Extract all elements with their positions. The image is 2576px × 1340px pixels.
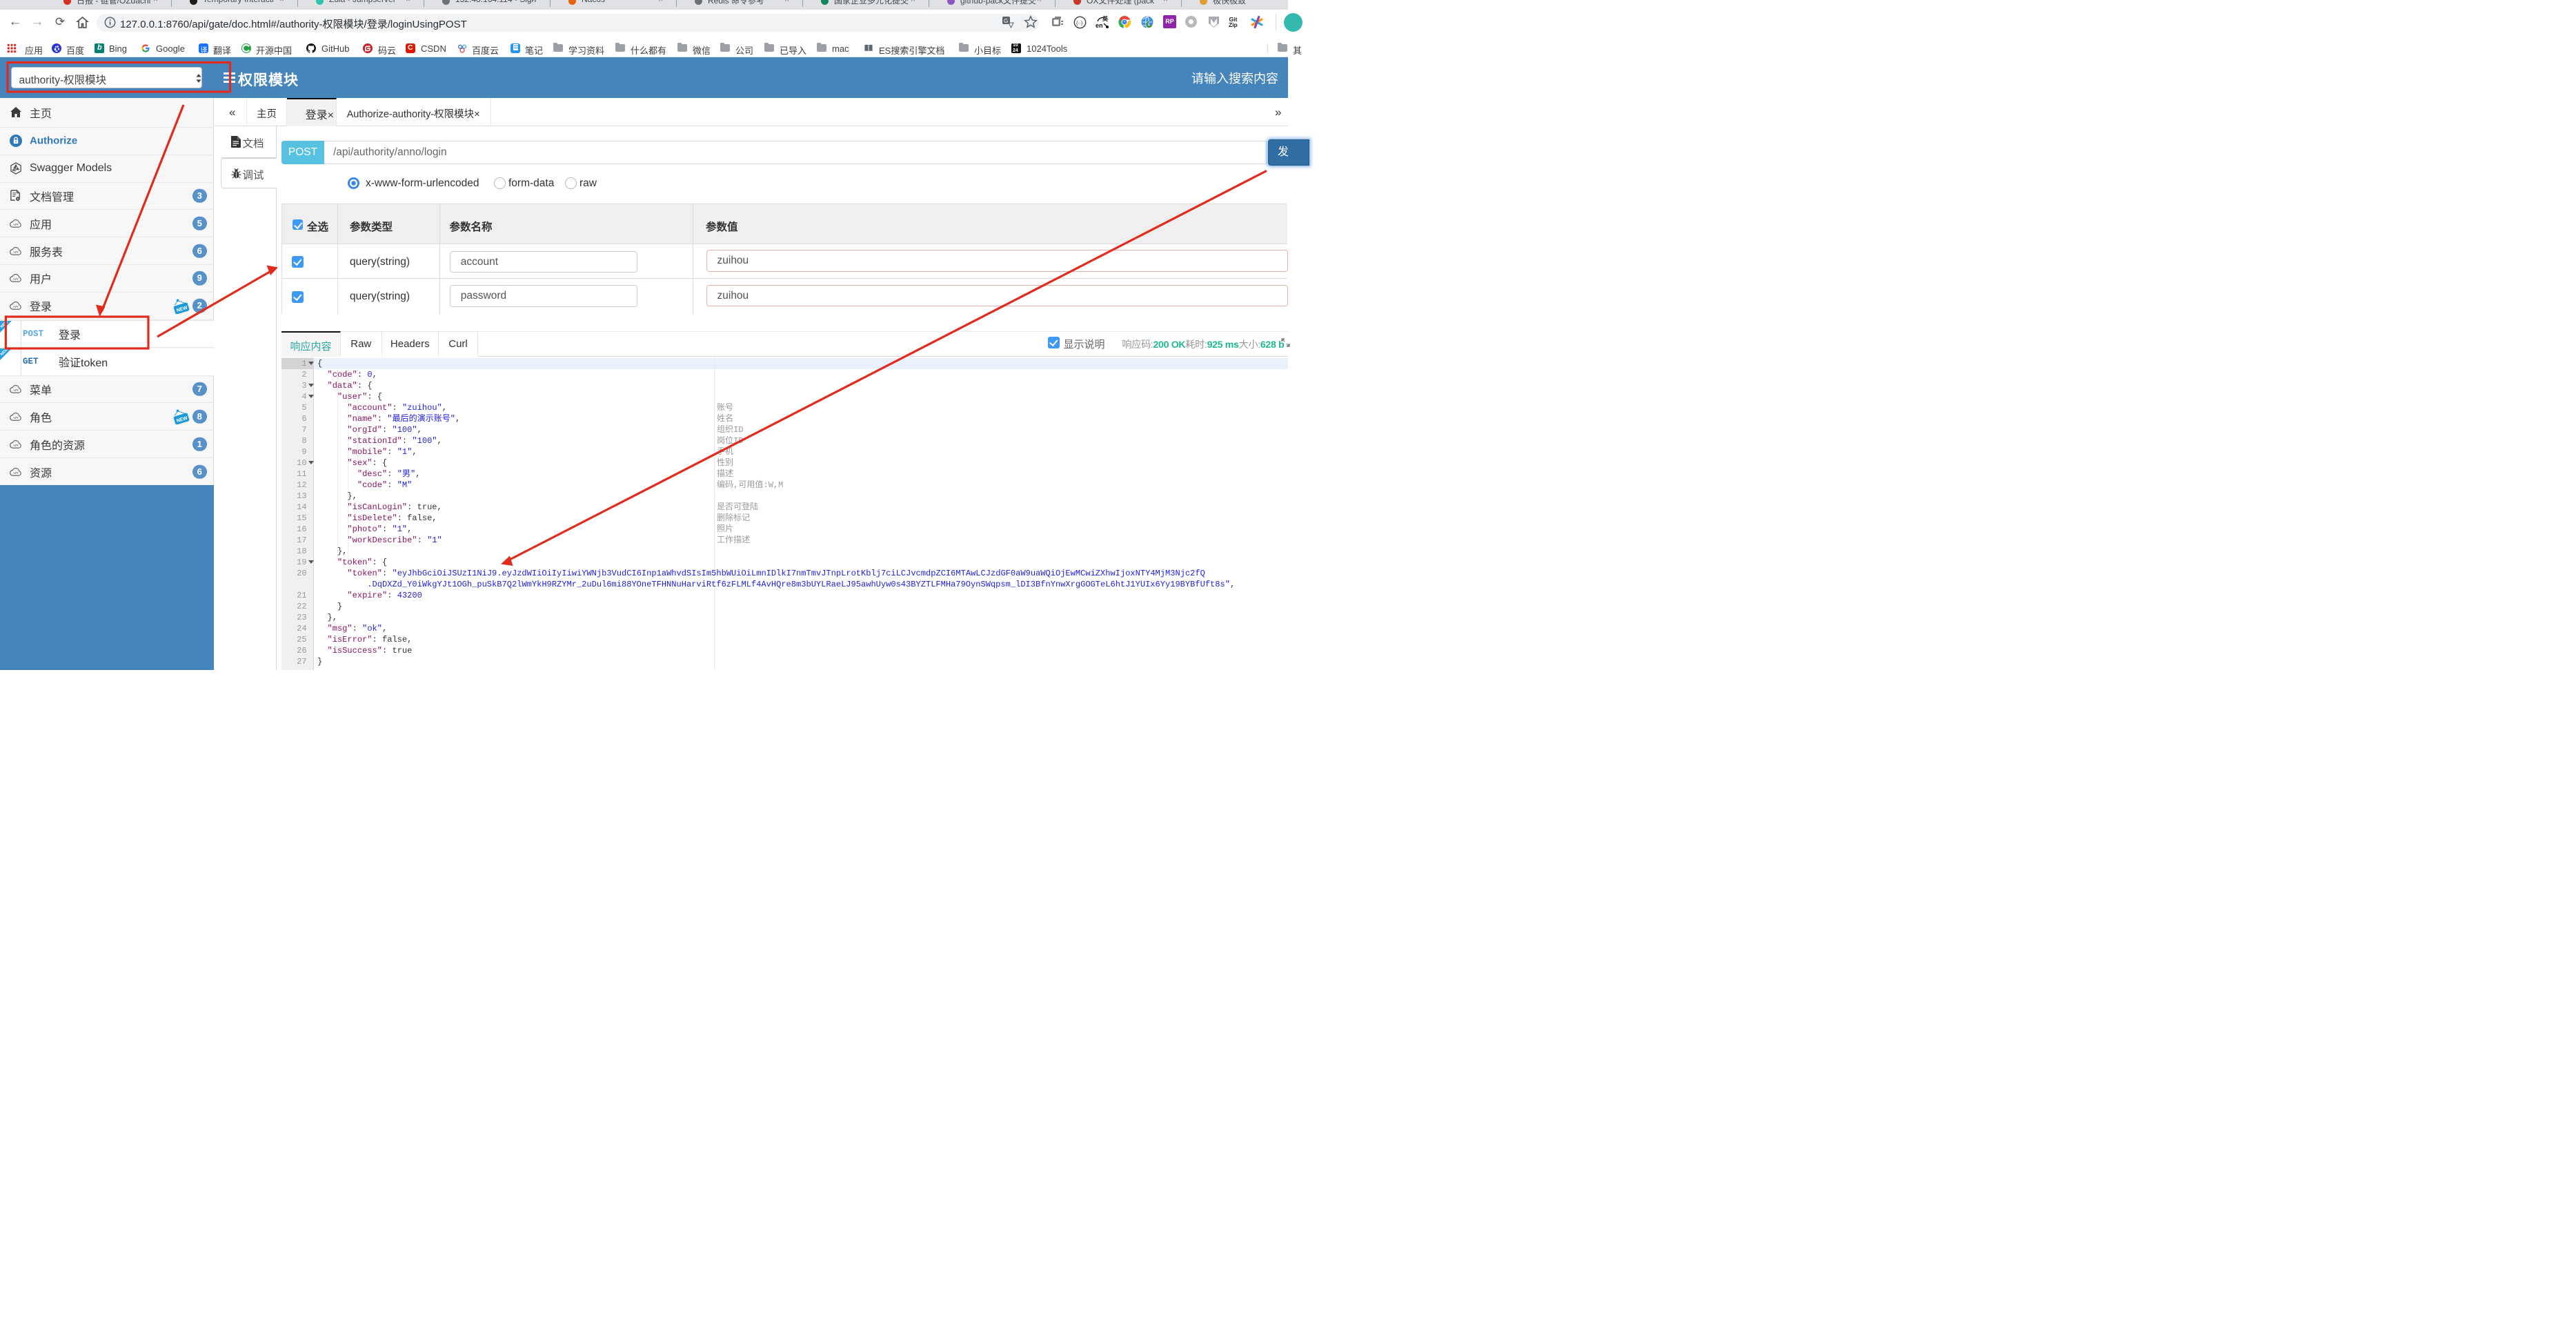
svg-text:API: API bbox=[12, 471, 19, 475]
svg-text:API: API bbox=[12, 277, 19, 281]
svg-text:en: en bbox=[1096, 22, 1103, 29]
svg-text:{··}: {··} bbox=[1076, 21, 1083, 26]
svg-text:API: API bbox=[12, 444, 19, 447]
svg-text:API: API bbox=[12, 388, 19, 392]
svg-text:API: API bbox=[12, 223, 19, 226]
svg-text:API: API bbox=[12, 250, 19, 254]
svg-text:G: G bbox=[1004, 18, 1008, 24]
svg-text:英: 英 bbox=[1102, 15, 1109, 23]
svg-text:API: API bbox=[12, 416, 19, 420]
svg-text:API: API bbox=[12, 305, 19, 308]
